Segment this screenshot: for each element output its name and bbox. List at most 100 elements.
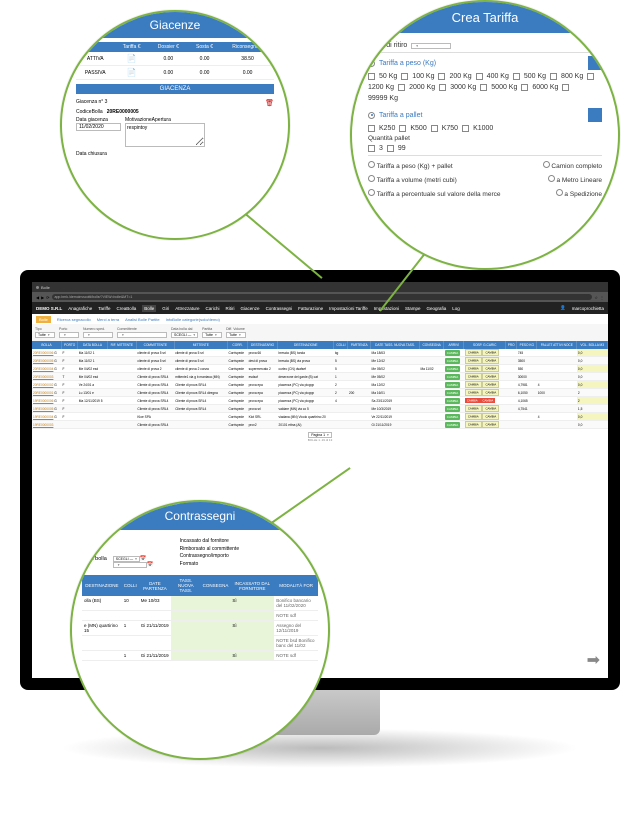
table-row[interactable]: olla (BS)10Me 10/03SìBonifico bancario d… [82, 596, 318, 611]
filter-porto[interactable] [59, 332, 79, 338]
weight-checkbox[interactable] [521, 84, 528, 91]
subnav-merci[interactable]: Merci a terra [97, 316, 119, 323]
table-row: ATTIVA📄0.000.0038.50 [76, 52, 274, 66]
weight-checkbox[interactable] [438, 73, 445, 80]
nav-creabolla[interactable]: CreaBolla [116, 306, 136, 311]
pdf-icon[interactable]: 📄 [127, 68, 137, 77]
filter-diffvol[interactable]: Tutte [226, 332, 246, 338]
peso-square-icon[interactable] [588, 56, 602, 70]
opt-radio[interactable] [368, 189, 375, 196]
nav-contrassegni[interactable]: Contrassegni [266, 306, 293, 311]
weight-checkbox[interactable] [587, 73, 594, 80]
opt-radio[interactable] [548, 175, 555, 182]
browser-tab-bar: Bolle [32, 282, 608, 292]
table-row[interactable]: 20RE0000004 GFMe 04/02 esdcliente di pro… [32, 365, 608, 373]
nav-impostazioni[interactable]: Impostazioni [374, 306, 399, 311]
subnav-analisi[interactable]: Analisi Bolle Partite [125, 316, 159, 323]
nav-bolle[interactable]: Bolle [142, 305, 156, 312]
table-row[interactable]: 20RE0000005 GFMa 11/02 1cliente di prova… [32, 357, 608, 365]
back-icon[interactable]: ◀ [36, 295, 39, 300]
menu-icon[interactable]: ⋮ [600, 295, 604, 300]
sede-select[interactable] [411, 43, 451, 49]
weight-checkbox[interactable] [562, 84, 569, 91]
next-arrow-icon[interactable]: ➡ [587, 650, 600, 670]
giacenze-title: Giacenze [62, 12, 288, 38]
pager: Pagina 1 BOLLE 1..19 di 13 [32, 429, 608, 445]
opt-radio[interactable] [543, 161, 550, 168]
filter-dal[interactable]: SCEGLI — [171, 332, 198, 338]
weight-checkbox[interactable] [439, 84, 446, 91]
nav-carichi[interactable]: Carichi [206, 306, 220, 311]
giacenze-table: Tariffa €Dossier €Sosta €Riconsegne € AT… [76, 42, 274, 80]
weight-checkbox[interactable] [513, 73, 520, 80]
giacenza-bar: GIACENZA [76, 84, 274, 94]
weight-checkbox[interactable] [398, 84, 405, 91]
filter-partita[interactable]: Tutte [202, 332, 222, 338]
table-row[interactable]: 20RE0000006 GFMa 11/02 1cliente di prova… [32, 349, 608, 357]
opt-radio[interactable] [368, 161, 375, 168]
nav-fatturazione[interactable]: Fatturazione [298, 306, 323, 311]
fwd-icon[interactable]: ▶ [41, 295, 44, 300]
data-giacenza-input[interactable] [76, 123, 121, 131]
weight-checkbox[interactable] [480, 84, 487, 91]
nav-giri[interactable]: Giri [162, 306, 169, 311]
nav-attrezzature[interactable]: Attrezzature [175, 306, 199, 311]
callout-contrassegni: Contrassegni Data bollaal SCEGLI —📅 📅 In… [70, 500, 330, 760]
user-icon[interactable]: 👤 [560, 305, 566, 311]
pallet-square-icon[interactable] [588, 108, 602, 122]
subnav-ricerca[interactable]: Ricerca segnacollo [57, 316, 91, 323]
filter-tipo[interactable]: Tutte [35, 332, 55, 338]
radio-peso[interactable] [368, 60, 375, 67]
nav-anagrafiche[interactable]: Anagrafiche [68, 306, 92, 311]
opt-radio[interactable] [556, 189, 563, 196]
reload-icon[interactable]: ⟳ [46, 295, 49, 300]
nav-ritiri[interactable]: Ritiri [226, 306, 235, 311]
trash-icon[interactable]: 🗑 [265, 99, 274, 107]
nav-imp-tariffe[interactable]: Impostazioni Tariffe [329, 306, 368, 311]
qty-checkbox[interactable] [368, 145, 375, 152]
table-row[interactable]: 19RE0000003 Cliente di prova SRL4Corrisp… [32, 421, 608, 429]
qty-checkbox[interactable] [387, 145, 394, 152]
address-bar[interactable]: app.bmk./demoinvscotti/bolle/?VIEW=bolle… [52, 294, 593, 300]
nav-tariffe[interactable]: Tariffe [98, 306, 110, 311]
nav-log[interactable]: Log [452, 306, 460, 311]
filter-committente[interactable] [117, 332, 167, 338]
table-header-row: BOLLAPORTODATA BOLLARIF. MITTENTECOMMITT… [32, 341, 608, 349]
k-checkbox[interactable] [368, 125, 375, 132]
table-row[interactable]: 20RE0000001 GFLu 13/01 eCliente di prova… [32, 389, 608, 397]
table-row[interactable]: 20RE0000003 TMe 04/02 esdCliente di prov… [32, 373, 608, 381]
table-row[interactable]: 19RE0000006 GFMa 12/11/2019 5Cliente di … [32, 397, 608, 405]
opt-radio[interactable] [368, 175, 375, 182]
weight-checkbox[interactable] [368, 73, 375, 80]
tab-title[interactable]: Bolle [41, 285, 50, 290]
motivazione-input[interactable]: respintoy [125, 123, 205, 147]
weight-checkbox[interactable] [476, 73, 483, 80]
nav-geografia[interactable]: Geografia [426, 306, 446, 311]
k-checkbox[interactable] [399, 125, 406, 132]
pdf-icon[interactable]: 📄 [127, 54, 137, 63]
weight-checkbox[interactable] [401, 73, 408, 80]
weight-checkbox[interactable] [550, 73, 557, 80]
table-row[interactable]: 19RE0000005 GFCliente di prova SRL4Clien… [32, 405, 608, 413]
sub-nav: Bolle Ricerca segnacollo Merci a terra A… [32, 314, 608, 324]
table-row[interactable]: 20RE0000002 GFVe 24/01 aCliente di prova… [32, 381, 608, 389]
radio-pallet[interactable] [368, 112, 375, 119]
subnav-bolle[interactable]: Bolle [36, 316, 51, 323]
username[interactable]: marcoprochietta [572, 306, 604, 311]
table-row[interactable]: NOTE sdf [82, 611, 318, 621]
table-row[interactable]: e (MN) quartirino 151Gi 21/11/2019SìAsse… [82, 621, 318, 636]
filter-numsped[interactable] [83, 332, 113, 338]
cal-icon[interactable]: 📅 [147, 562, 154, 568]
nav-giacenze[interactable]: Giacenze [241, 306, 260, 311]
callout-giacenze: Giacenze Tariffa €Dossier €Sosta €Ricons… [60, 10, 290, 240]
subnav-info[interactable]: InfoBolle categorie(solo/demo) [166, 316, 220, 323]
table-row[interactable]: NOTE bsd Bonifico banc del 11/02 [82, 636, 318, 651]
contr-al[interactable] [113, 562, 147, 568]
nav-stampe[interactable]: Stampe [405, 306, 421, 311]
codice-value: 20RE0000005 [107, 109, 139, 115]
star-icon[interactable]: ☆ [594, 295, 598, 300]
table-row[interactable]: 19RE0000004 GFKloe SPACorrispedeKlot SRL… [32, 413, 608, 421]
table-row[interactable]: 1Gi 21/11/2019SìNOTE sdf [82, 651, 318, 661]
k-checkbox[interactable] [462, 125, 469, 132]
k-checkbox[interactable] [431, 125, 438, 132]
